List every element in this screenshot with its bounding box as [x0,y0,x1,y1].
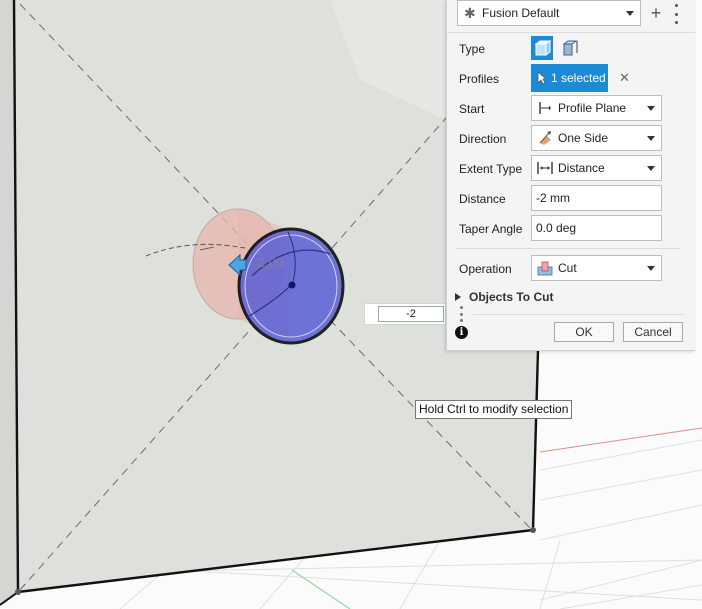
distance-value: -2 mm [536,191,570,205]
profile-plane-icon [536,99,554,117]
objects-to-cut-label: Objects To Cut [469,290,554,304]
preset-bar: ✱ Fusion Default + [457,0,687,28]
selection-tooltip: Hold Ctrl to modify selection [415,400,573,419]
extent-type-label: Extent Type [459,162,523,176]
close-icon[interactable]: ✕ [619,70,630,86]
distance-inline-field[interactable]: -2 [378,306,444,322]
chevron-down-icon [647,165,655,171]
star-icon: ✱ [464,4,476,21]
operation-label: Operation [459,262,512,276]
operation-value: Cut [558,261,577,275]
info-icon[interactable]: i [455,326,468,339]
type-label: Type [459,42,486,56]
distance-icon [536,159,554,177]
profiles-label: Profiles [459,72,500,86]
cut-icon [536,259,554,277]
extent-type-value: Distance [558,161,605,175]
distance-dimension-input[interactable]: -2 [364,303,446,325]
distance-field[interactable]: -2 mm [531,185,662,211]
start-value: Profile Plane [558,101,627,115]
type-solid-button[interactable] [531,36,553,60]
distance-dimension-label: 2.00 [258,255,284,270]
taper-angle-value: 0.0 deg [536,221,577,235]
profile-center-point [288,281,296,289]
cursor-arrow-icon [537,71,548,85]
kebab-icon[interactable] [459,306,463,322]
taper-angle-label: Taper Angle [459,222,523,236]
kebab-icon[interactable] [671,4,681,24]
distance-label: Distance [459,192,506,206]
profiles-selected-count: 1 selected [551,71,606,85]
taper-angle-field[interactable]: 0.0 deg [531,215,662,241]
direction-value: One Side [558,131,609,145]
cancel-button[interactable]: Cancel [623,322,683,342]
operation-dropdown[interactable]: Cut [531,255,662,281]
one-side-icon [536,129,554,147]
chevron-down-icon [626,10,634,16]
chevron-down-icon [647,265,655,271]
objects-to-cut-section[interactable]: Objects To Cut [455,290,553,304]
direction-label: Direction [459,132,507,146]
start-dropdown[interactable]: Profile Plane [531,95,662,121]
plus-icon[interactable]: + [647,2,665,24]
type-thin-button[interactable] [559,36,581,60]
expand-triangle-icon [455,293,461,301]
extrude-dialog: ✱ Fusion Default + Type Profiles 1 selec… [446,0,695,351]
extent-type-dropdown[interactable]: Distance [531,155,662,181]
ok-button[interactable]: OK [554,322,614,342]
direction-dropdown[interactable]: One Side [531,125,662,151]
extrude-solid-icon [534,40,551,56]
start-label: Start [459,102,485,116]
preset-dropdown[interactable]: ✱ Fusion Default [457,0,641,26]
extrude-thin-icon [562,40,578,56]
chevron-down-icon [647,105,655,111]
chevron-down-icon [647,135,655,141]
profiles-select-button[interactable]: 1 selected [531,64,608,92]
selected-profile [237,227,345,345]
preset-value: Fusion Default [482,6,560,20]
